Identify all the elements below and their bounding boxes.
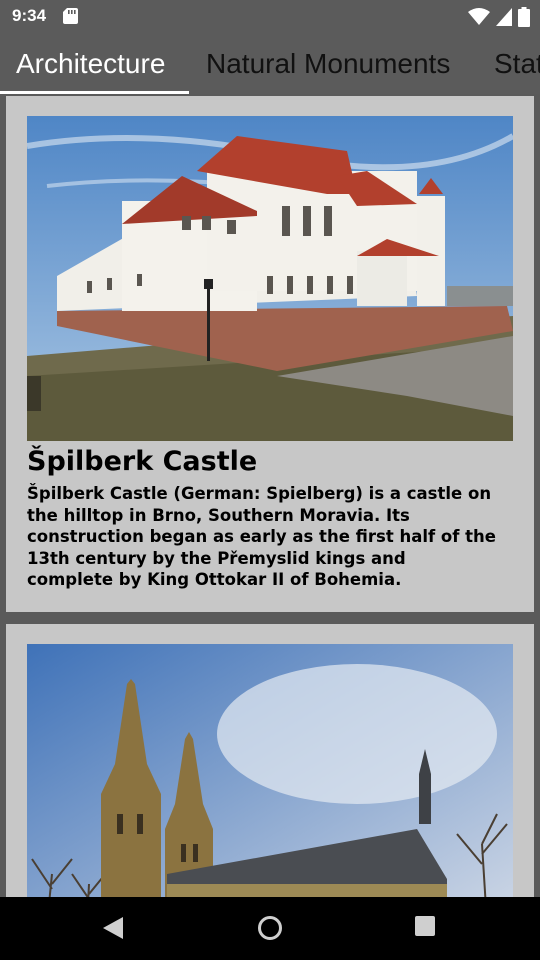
back-icon[interactable] [101, 915, 125, 941]
castle-photo [27, 116, 513, 441]
card-spilberk-castle[interactable]: Špilberk Castle Špilberk Castle (German:… [6, 96, 534, 612]
status-bar: 9:34 [0, 0, 540, 32]
cathedral-photo [27, 644, 513, 897]
wifi-icon [468, 8, 490, 25]
content-list[interactable]: Špilberk Castle Špilberk Castle (German:… [0, 94, 540, 897]
tab-natural-monuments[interactable]: Natural Monuments [206, 48, 450, 80]
sd-card-icon [63, 8, 78, 24]
tab-stat[interactable]: Stat [494, 48, 540, 80]
tab-bar: Architecture Natural Monuments Stat [0, 32, 540, 94]
status-time: 9:34 [12, 6, 47, 25]
signal-icon [496, 8, 512, 26]
recents-icon[interactable] [414, 915, 436, 937]
card-title: Špilberk Castle [27, 446, 258, 477]
home-icon[interactable] [257, 915, 283, 941]
card-description: Špilberk Castle (German: Spielberg) is a… [27, 484, 496, 589]
tab-architecture[interactable]: Architecture [16, 48, 165, 80]
battery-icon [518, 7, 530, 27]
navigation-bar [0, 897, 540, 960]
card-cathedral[interactable] [6, 624, 534, 897]
